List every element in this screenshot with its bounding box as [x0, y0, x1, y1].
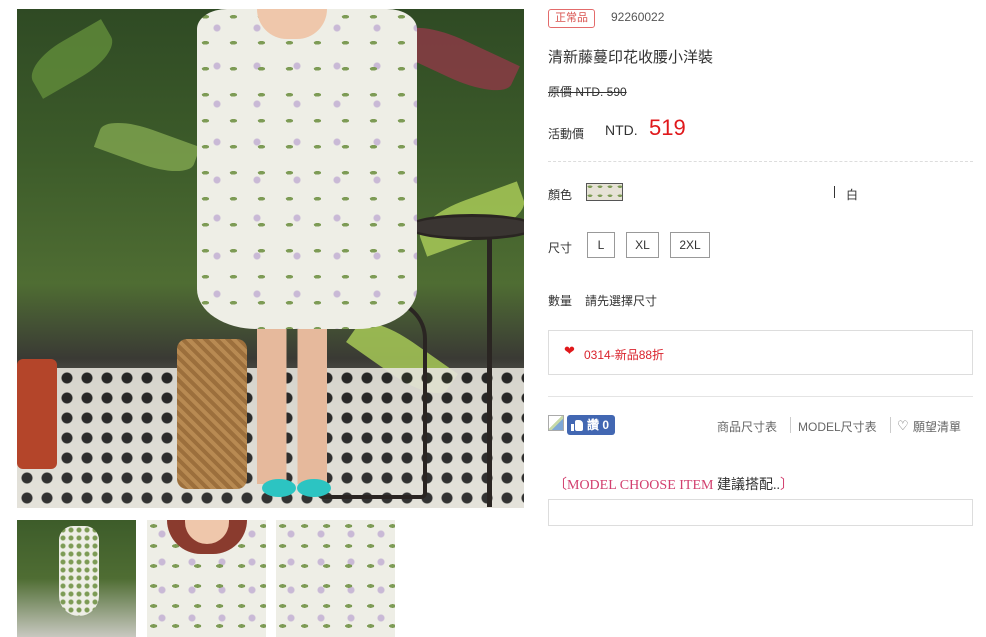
size-chart-link[interactable]: 商品尺寸表	[717, 418, 777, 435]
product-thumbnail-3[interactable]	[276, 520, 395, 637]
promotion-link[interactable]: 0314-新品88折	[584, 346, 664, 363]
heart-icon: ❤	[564, 343, 575, 358]
status-badge: 正常品	[548, 9, 595, 28]
link-separator	[890, 417, 891, 433]
sale-price-label: 活動價	[548, 127, 585, 141]
facebook-like-label: 讚 0	[587, 418, 610, 432]
size-option-2xl[interactable]: 2XL	[670, 232, 710, 258]
heart-outline-icon[interactable]: ♡	[897, 418, 909, 434]
product-thumbnail-1[interactable]	[17, 520, 136, 637]
product-sku: 92260022	[611, 10, 665, 24]
thumbs-up-icon	[571, 419, 584, 431]
turquoise-shoe	[297, 479, 331, 497]
flower-pot	[17, 359, 57, 469]
selected-color-name: 白	[846, 188, 859, 202]
original-price: 原價 NTD. 590	[548, 85, 627, 99]
main-product-image[interactable]	[17, 9, 524, 508]
bracket-close: 〕	[779, 478, 794, 493]
color-label: 顏色	[548, 188, 573, 202]
quantity-label: 數量	[548, 294, 573, 308]
model-legs	[257, 324, 327, 484]
sale-price-currency: NTD.	[605, 122, 638, 138]
model-choose-heading-en: MODEL CHOOSE ITEM	[567, 478, 714, 493]
straw-bag	[177, 339, 247, 489]
product-title: 清新藤蔓印花收腰小洋裝	[548, 49, 714, 66]
color-swatch-white[interactable]	[586, 183, 623, 201]
broken-image-icon	[548, 415, 564, 431]
bracket-open: 〔	[553, 478, 567, 493]
garden-table-leg	[487, 237, 492, 507]
floral-dress	[197, 9, 417, 329]
model-choose-heading-zh: 建議搭配..	[713, 478, 780, 493]
model-choose-heading: 〔MODEL CHOOSE ITEM 建議搭配..〕	[553, 474, 794, 494]
size-option-xl[interactable]: XL	[626, 232, 659, 258]
model-items-container	[548, 499, 973, 526]
background-foliage	[23, 19, 121, 99]
garden-chair	[317, 299, 427, 499]
promotion-box: ❤ 0314-新品88折	[548, 330, 973, 375]
size-label: 尺寸	[548, 241, 573, 255]
model-size-chart-link[interactable]: MODEL尺寸表	[798, 418, 877, 435]
section-divider	[548, 396, 973, 397]
price-divider	[548, 161, 973, 162]
facebook-like-button[interactable]: 讚 0	[567, 415, 616, 435]
wishlist-link[interactable]: 願望清單	[913, 418, 961, 435]
background-foliage	[93, 112, 201, 182]
product-thumbnail-2[interactable]	[147, 520, 266, 637]
link-separator	[790, 417, 791, 433]
sale-price-amount: 519	[649, 115, 686, 140]
quantity-prompt: 請先選擇尺寸	[585, 294, 658, 308]
color-separator	[834, 186, 835, 198]
turquoise-shoe	[262, 479, 296, 497]
size-option-l[interactable]: L	[587, 232, 615, 258]
